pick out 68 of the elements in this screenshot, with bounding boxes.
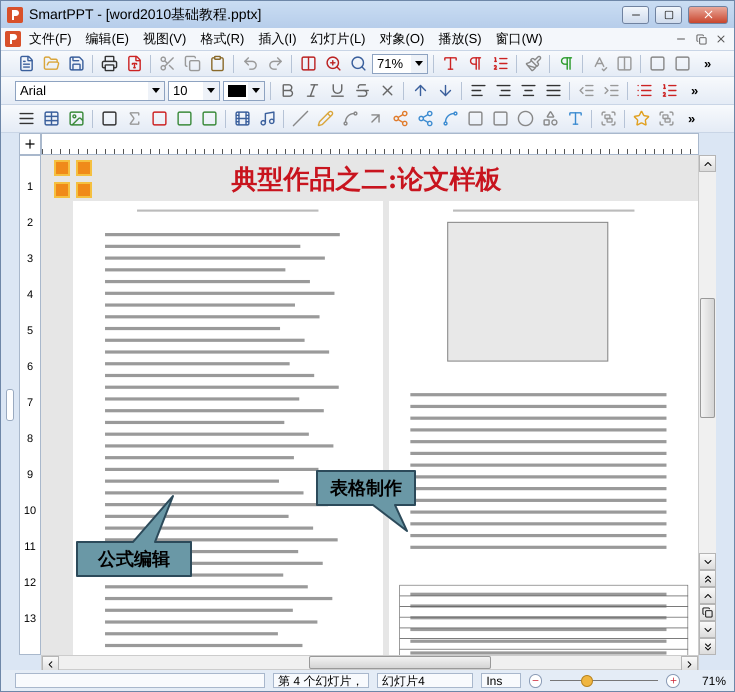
zoom-percentage: 71% [702, 674, 726, 688]
ruler-number: 12 [24, 576, 36, 590]
menu-item[interactable]: 插入(I) [252, 28, 303, 50]
zoom-in-button[interactable] [666, 674, 680, 688]
menu-item[interactable]: 视图(V) [136, 28, 192, 50]
windows-icon [702, 607, 713, 618]
zoom-out-button[interactable] [528, 674, 542, 688]
scroll-up-button[interactable] [699, 155, 716, 172]
zoom-slider-thumb[interactable] [580, 674, 593, 686]
ruler-number: 7 [26, 396, 34, 410]
ruler-corner-button[interactable] [19, 133, 41, 155]
office-logo-icon [51, 157, 95, 201]
menu-item[interactable]: 编辑(E) [80, 28, 135, 50]
caret-icon [207, 88, 215, 93]
minimize-button[interactable] [622, 6, 649, 24]
ruler-number: 2 [26, 216, 34, 230]
caret-icon [252, 88, 260, 93]
last-slide-button[interactable] [699, 638, 716, 655]
maximize-button[interactable] [655, 6, 682, 24]
slide-name: 幻灯片4 [377, 673, 474, 688]
menu-item[interactable]: 播放(S) [432, 28, 488, 50]
caret-icon [415, 61, 423, 66]
ruler-number: 3 [26, 252, 34, 266]
ruler-number: 1 [26, 180, 34, 194]
font-size-dropdown[interactable]: 10 [168, 80, 220, 100]
overflow-chevron[interactable]: » [688, 111, 696, 126]
app-logo-icon [7, 6, 23, 22]
menu-item[interactable]: 幻灯片(L) [304, 28, 372, 50]
window-title: SmartPPT - [word2010基础教程.pptx] [29, 6, 262, 24]
ruler-number: 10 [24, 504, 36, 518]
ruler-number: 11 [24, 540, 36, 554]
horizontal-scrollbar[interactable] [41, 655, 699, 670]
close-icon [702, 8, 714, 21]
ruler-number: 13 [24, 612, 36, 626]
overflow-chevron[interactable]: » [704, 56, 712, 71]
caret-icon [152, 88, 160, 93]
ruler-number: 6 [26, 360, 34, 374]
scrollbar-thumb[interactable] [309, 656, 491, 669]
menu-item[interactable]: 文件(F) [23, 28, 78, 50]
scrollbar-thumb[interactable] [700, 298, 715, 418]
overflow-chevron[interactable]: » [691, 83, 698, 98]
maximize-icon [664, 10, 674, 20]
font-dropdown[interactable]: Arial [15, 80, 165, 100]
ruler-number: 8 [26, 432, 34, 446]
color-picker[interactable] [223, 80, 265, 100]
previous-slide-button[interactable] [699, 587, 716, 604]
plus-icon [23, 137, 37, 151]
callout: 公式编辑 [75, 494, 193, 578]
splitter-handle[interactable] [6, 389, 14, 421]
color-swatch [228, 84, 246, 96]
first-slide-button[interactable] [699, 570, 716, 587]
scroll-down-button[interactable] [699, 553, 716, 570]
menu-item[interactable]: 窗口(W) [490, 28, 549, 50]
ruler-number: 4 [26, 288, 34, 302]
slide-position: 第 4 个幻灯片， [273, 673, 370, 688]
menu-item[interactable]: 对象(O) [374, 28, 430, 50]
plus-icon [668, 676, 678, 685]
ruler-number: 5 [26, 324, 34, 338]
ruler-number: 9 [26, 468, 34, 482]
zoom-dropdown[interactable]: 71% [372, 54, 428, 74]
callout: 表格制作 [315, 469, 417, 533]
document-icon [5, 31, 21, 47]
slide-title: 典型作品之二:论文样板 [230, 164, 502, 196]
next-slide-button[interactable] [699, 621, 716, 638]
insert-mode: Ins [481, 673, 521, 688]
menu-item[interactable]: 格式(R) [194, 28, 250, 50]
slide-sorter-button[interactable] [699, 604, 716, 621]
close-button[interactable] [688, 6, 728, 24]
